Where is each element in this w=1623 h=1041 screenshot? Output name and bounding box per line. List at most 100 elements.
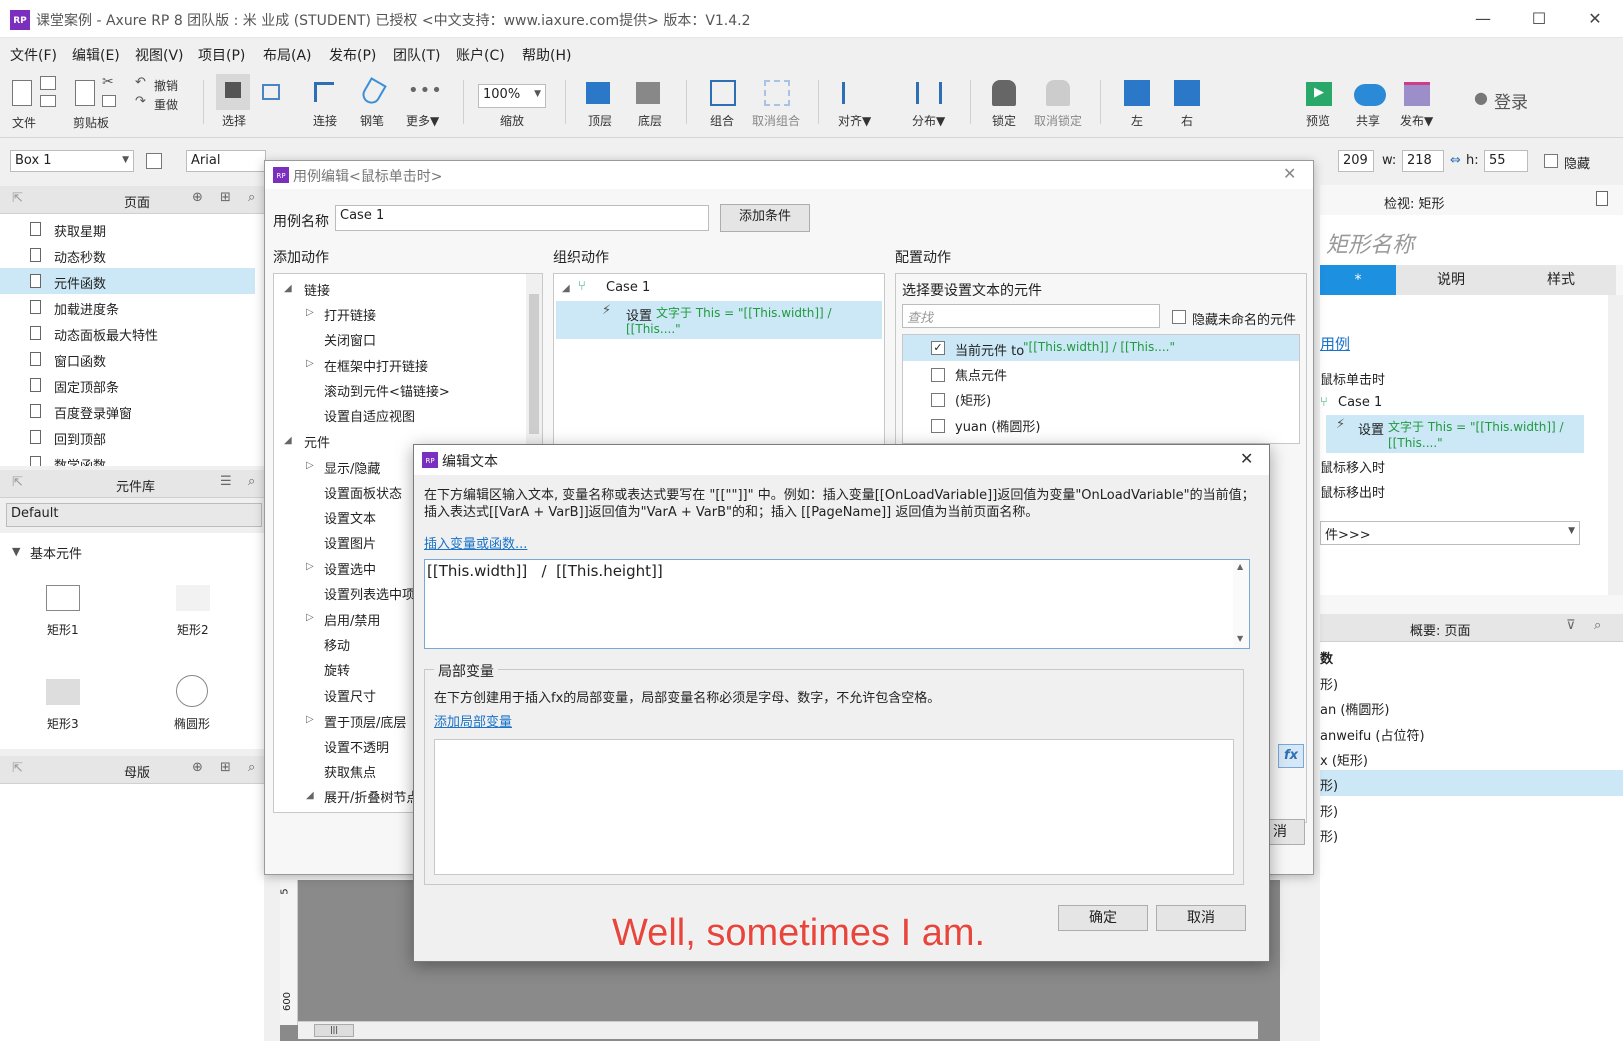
case-name-input[interactable]: Case 1	[335, 205, 709, 231]
zoom-select[interactable]: 100% ▼	[478, 84, 546, 108]
search-icon[interactable]: ⌕	[248, 474, 255, 489]
page-icon[interactable]	[1596, 191, 1608, 206]
shape-name-field[interactable]: 矩形名称	[1320, 215, 1623, 265]
action-item[interactable]: 打开链接	[324, 305, 376, 324]
maximize-button[interactable]: ☐	[1526, 6, 1552, 32]
vertical-scrollbar[interactable]: ▲ ▼	[1233, 560, 1249, 648]
right-panel-icon[interactable]	[1174, 80, 1200, 106]
align-button[interactable]: 对齐▼	[838, 112, 871, 129]
more-icon[interactable]: •••	[408, 80, 443, 101]
select-mode-button[interactable]	[216, 74, 250, 110]
login-button[interactable]: 登录	[1494, 88, 1528, 113]
horizontal-scrollbar[interactable]: |||	[298, 1021, 1258, 1039]
insert-variable-link[interactable]: 插入变量或函数...	[424, 533, 527, 552]
add-local-var-link[interactable]: 添加局部变量	[434, 711, 512, 730]
collapse-triangle-icon[interactable]: ◢	[284, 435, 292, 446]
left-panel-icon[interactable]	[1124, 80, 1150, 106]
outline-item[interactable]: 形)	[1320, 801, 1338, 820]
bring-to-front-icon[interactable]	[586, 82, 610, 104]
search-icon[interactable]: ⌕	[248, 190, 255, 205]
font-select[interactable]: Arial	[186, 150, 266, 172]
event-mouse-leave[interactable]: 鼠标移出时	[1320, 482, 1385, 501]
cut-icon[interactable]: ✂	[102, 74, 114, 90]
collapse-triangle-icon[interactable]: ◢	[284, 283, 292, 294]
action-item[interactable]: 设置自适应视图	[324, 406, 415, 425]
target-checkbox[interactable]	[931, 419, 945, 433]
outline-item-selected-bg[interactable]: 形)	[1320, 770, 1623, 796]
outline-item[interactable]: anweifu (占位符)	[1320, 725, 1425, 744]
rectangle-widget-icon[interactable]	[46, 585, 80, 611]
target-row-selected[interactable]: ✓ 当前元件 to "[[This.width]] / [[This...."	[903, 335, 1299, 361]
widget-name-select[interactable]: Box 1 ▼	[10, 150, 134, 172]
menu-publish[interactable]: 发布(P)	[329, 45, 376, 65]
collapse-arrow-icon[interactable]: ⇱	[12, 761, 23, 776]
height-field[interactable]: 55	[1484, 150, 1528, 172]
action-item[interactable]: 启用/禁用	[324, 610, 380, 629]
expand-triangle-icon[interactable]: ▷	[306, 561, 314, 572]
save-icon[interactable]	[40, 76, 56, 90]
action-item[interactable]: 获取焦点	[324, 762, 376, 781]
rectangle-widget-icon[interactable]	[176, 585, 210, 611]
menu-edit[interactable]: 编辑(E)	[72, 45, 120, 65]
fx-button[interactable]: fx	[1278, 744, 1304, 768]
expand-triangle-icon[interactable]: ▷	[306, 612, 314, 623]
distribute-icon[interactable]	[916, 82, 942, 104]
aspect-lock-icon[interactable]: ⇔	[1450, 153, 1461, 168]
action-item[interactable]: 在框架中打开链接	[324, 356, 428, 375]
cloud-share-icon[interactable]	[1354, 84, 1386, 106]
new-file-icon[interactable]	[12, 80, 32, 106]
add-folder-icon[interactable]: ⊞	[220, 760, 231, 775]
menu-team[interactable]: 团队(T)	[393, 45, 440, 65]
collapse-triangle-icon[interactable]: ◢	[562, 283, 570, 294]
widget-search-input[interactable]: 查找	[902, 304, 1160, 328]
pen-icon[interactable]	[359, 77, 387, 107]
action-item[interactable]: 设置图片	[324, 533, 376, 552]
collapse-triangle-icon[interactable]: ◢	[306, 790, 314, 801]
page-item[interactable]: 百度登录弹窗	[0, 398, 255, 424]
event-on-click[interactable]: 鼠标单击时	[1320, 369, 1385, 388]
open-folder-icon[interactable]	[40, 95, 56, 107]
case-label[interactable]: Case 1	[1338, 395, 1382, 410]
tab-style[interactable]: 样式	[1506, 265, 1616, 295]
action-item[interactable]: 显示/隐藏	[324, 458, 380, 477]
page-item[interactable]: 加载进度条	[0, 294, 255, 320]
format-painter-icon[interactable]	[146, 153, 162, 169]
target-checkbox[interactable]	[931, 393, 945, 407]
menu-file[interactable]: 文件(F)	[10, 45, 57, 65]
scrollbar-thumb[interactable]	[529, 294, 539, 434]
copy-icon[interactable]	[102, 95, 116, 107]
lock-icon[interactable]	[992, 80, 1016, 106]
paste-icon[interactable]	[75, 80, 95, 106]
scrollbar-thumb[interactable]: |||	[314, 1024, 354, 1037]
hide-checkbox[interactable]	[1544, 154, 1558, 168]
cancel-button[interactable]: 取消	[1156, 905, 1246, 931]
select-contain-icon[interactable]	[262, 84, 280, 100]
collapse-arrow-icon[interactable]: ⇱	[12, 191, 23, 206]
minimize-button[interactable]: —	[1470, 6, 1496, 32]
action-category[interactable]: 元件	[304, 432, 330, 451]
outline-item[interactable]: 形)	[1320, 674, 1338, 693]
scroll-down-icon[interactable]: ▼	[1237, 634, 1243, 643]
tab-notes[interactable]: 说明	[1396, 265, 1506, 295]
menu-view[interactable]: 视图(V)	[135, 45, 184, 65]
action-item[interactable]: 展开/折叠树节点	[324, 787, 419, 806]
organize-case-label[interactable]: Case 1	[606, 280, 650, 295]
page-item[interactable]: 固定顶部条	[0, 372, 255, 398]
outline-item[interactable]: an (椭圆形)	[1320, 699, 1389, 718]
organize-action-row[interactable]: ⚡ 设置 文字于 This = "[[This.width]] / [[This…	[556, 301, 882, 339]
close-icon[interactable]: ✕	[1283, 164, 1296, 183]
outline-item[interactable]: x (矩形)	[1320, 750, 1368, 769]
expand-triangle-icon[interactable]: ▷	[306, 307, 314, 318]
action-row-selected[interactable]: ⚡ 设置 文字于 This = "[[This.width]] / [[This…	[1326, 415, 1584, 453]
action-item[interactable]: 设置文本	[324, 508, 376, 527]
action-category[interactable]: 链接	[304, 280, 330, 299]
cases-link[interactable]: 用例	[1320, 333, 1350, 354]
hide-unnamed-checkbox[interactable]	[1172, 310, 1186, 324]
action-item[interactable]: 滚动到元件<锚链接>	[324, 381, 450, 400]
page-item[interactable]: 窗口函数	[0, 346, 255, 372]
add-master-icon[interactable]: ⊕	[192, 760, 203, 775]
undo-button[interactable]: 撤销	[154, 77, 178, 94]
filter-icon[interactable]: ⊽	[1566, 618, 1576, 633]
ok-button[interactable]: 确定	[1058, 905, 1148, 931]
chevron-down-icon[interactable]: ▼	[12, 545, 20, 558]
